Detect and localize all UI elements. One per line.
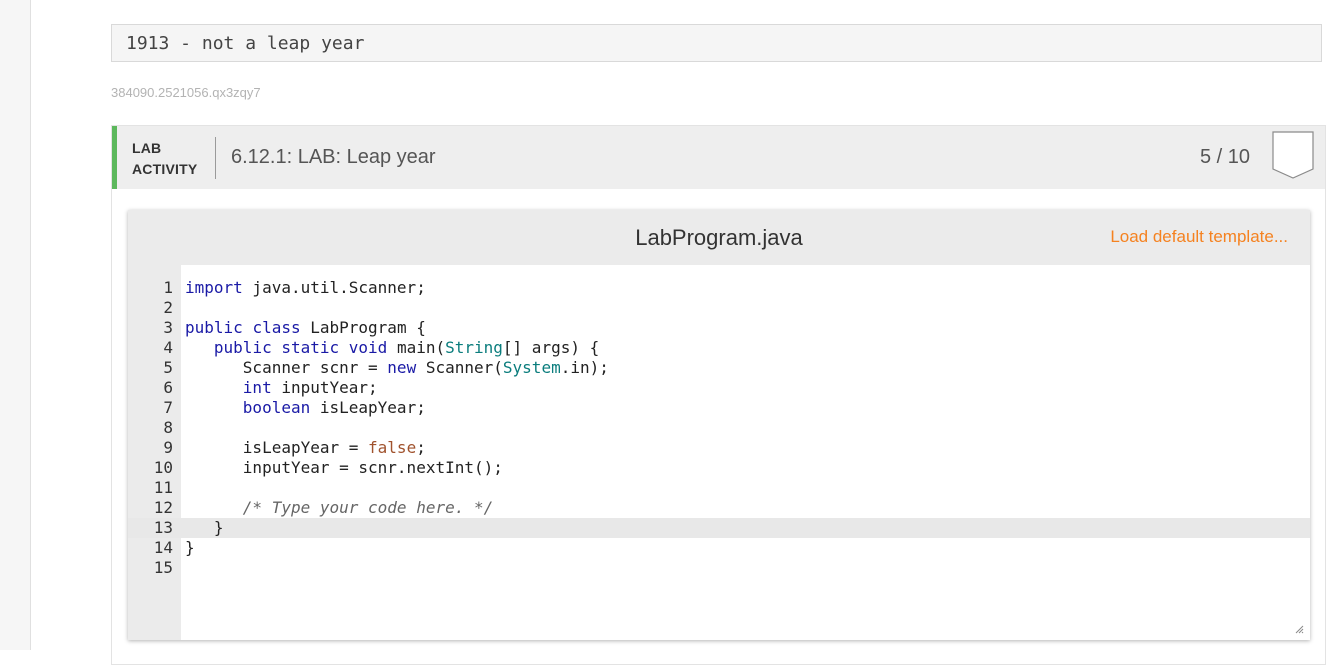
code-line[interactable]: 3 public class LabProgram {: [128, 318, 1310, 338]
lab-score: 5 / 10: [1199, 146, 1250, 168]
code-line[interactable]: 11: [128, 478, 1310, 498]
line-number: 2: [163, 298, 173, 317]
line-number: 14: [153, 538, 173, 557]
lab-accent-bar: [112, 126, 117, 189]
line-number: 12: [153, 498, 173, 517]
code-line[interactable]: 8: [128, 418, 1310, 438]
resize-handle-icon[interactable]: [1294, 624, 1304, 634]
lab-activity-tag: LAB ACTIVITY: [132, 138, 197, 180]
code-line[interactable]: 13 }: [128, 518, 1310, 538]
code-line-text[interactable]: boolean isLeapYear;: [185, 398, 426, 418]
line-number: 13: [153, 518, 173, 537]
code-line-text[interactable]: public static void main(String[] args) {: [185, 338, 599, 358]
code-line-text[interactable]: inputYear = scnr.nextInt();: [185, 458, 503, 478]
lab-activity-panel: LAB ACTIVITY 6.12.1: LAB: Leap year 5 / …: [111, 125, 1326, 665]
program-output: 1913 - not a leap year: [111, 24, 1322, 62]
code-area[interactable]: 1 import java.util.Scanner; 2 3 public class…: [128, 265, 1310, 640]
line-number: 7: [163, 398, 173, 417]
code-editor[interactable]: LabProgram.java Load default template...…: [128, 210, 1310, 640]
code-line[interactable]: 4 public static void main(String[] args)…: [128, 338, 1310, 358]
code-line-text[interactable]: /* Type your code here. */: [185, 498, 493, 518]
line-number: 10: [153, 458, 173, 477]
lab-header: LAB ACTIVITY 6.12.1: LAB: Leap year 5 / …: [112, 126, 1325, 189]
lab-tag-line2: ACTIVITY: [132, 161, 198, 177]
code-line[interactable]: 5 Scanner scnr = new Scanner(System.in);: [128, 358, 1310, 378]
code-line-text[interactable]: public class LabProgram {: [185, 318, 426, 338]
code-line[interactable]: 14}: [128, 538, 1310, 558]
line-number: 11: [153, 478, 173, 497]
code-line-text[interactable]: int inputYear;: [185, 378, 378, 398]
code-line-text[interactable]: Scanner scnr = new Scanner(System.in);: [185, 358, 609, 378]
code-line[interactable]: 7 boolean isLeapYear;: [128, 398, 1310, 418]
code-line[interactable]: 1 import java.util.Scanner;: [128, 278, 1310, 298]
lab-tag-line1: LAB: [132, 140, 162, 156]
code-line[interactable]: 15: [128, 558, 1310, 578]
code-line[interactable]: 6 int inputYear;: [128, 378, 1310, 398]
line-number: 8: [163, 418, 173, 437]
line-number: 3: [163, 318, 173, 337]
shield-icon: [1272, 131, 1314, 179]
code-line[interactable]: 10 inputYear = scnr.nextInt();: [128, 458, 1310, 478]
line-number: 1: [163, 278, 173, 297]
code-line[interactable]: 2: [128, 298, 1310, 318]
lab-title: 6.12.1: LAB: Leap year: [231, 146, 436, 168]
code-line[interactable]: 9 isLeapYear = false;: [128, 438, 1310, 458]
left-rail: [0, 0, 31, 650]
line-number: 4: [163, 338, 173, 357]
line-number: 9: [163, 438, 173, 457]
line-number: 15: [153, 558, 173, 577]
code-line-text[interactable]: }: [185, 538, 195, 558]
header-divider: [215, 137, 216, 179]
line-number: 5: [163, 358, 173, 377]
load-default-template-link[interactable]: Load default template...: [1110, 227, 1288, 247]
code-line-text[interactable]: isLeapYear = false;: [185, 438, 426, 458]
code-line-text[interactable]: }: [185, 518, 224, 538]
activity-id: 384090.2521056.qx3zqy7: [111, 85, 261, 100]
code-line-text[interactable]: import java.util.Scanner;: [185, 278, 426, 298]
line-number: 6: [163, 378, 173, 397]
code-line[interactable]: 12 /* Type your code here. */: [128, 498, 1310, 518]
editor-toolbar: LabProgram.java Load default template...: [128, 210, 1310, 265]
code-lines[interactable]: 1 import java.util.Scanner; 2 3 public class…: [128, 278, 1310, 578]
